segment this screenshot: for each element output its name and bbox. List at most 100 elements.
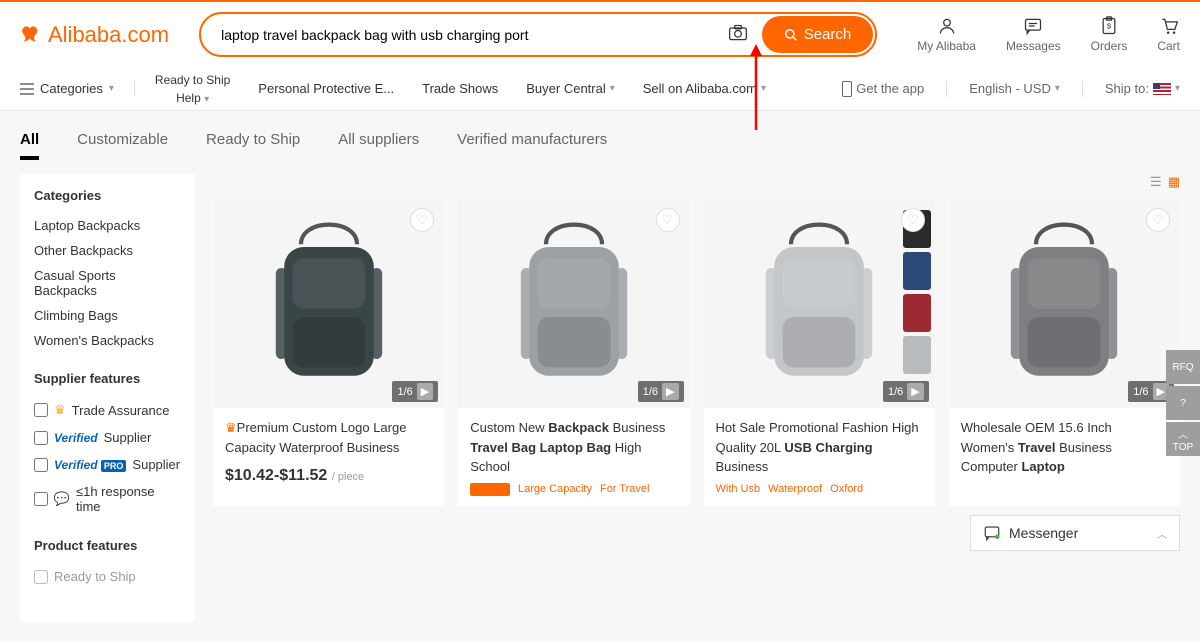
product-image[interactable]: ♡ 1/6▶ [213,198,444,408]
get-app-link[interactable]: Get the app [842,81,924,97]
orders-link[interactable]: $ Orders [1091,16,1128,53]
favorite-button[interactable]: ♡ [1146,208,1170,232]
nav-bar: Categories ▾ Ready to Ship Help ▾ Person… [0,67,1200,111]
chevron-up-icon: ︿ [1178,426,1188,441]
category-item[interactable]: Women's Backpacks [34,328,181,353]
play-icon[interactable]: ▶ [417,383,433,400]
product-grid: ♡ 1/6▶ ♛Premium Custom Logo Large Capaci… [213,198,1180,506]
messenger-bar[interactable]: Messenger ︿ [970,515,1180,551]
view-toggle: ☰ ▦ [213,174,1180,190]
product-card[interactable]: ♡ 1/6▶ Custom New Backpack Business Trav… [458,198,689,506]
chevron-down-icon: ▾ [204,94,209,105]
main-layout: Categories Laptop Backpacks Other Backpa… [0,174,1200,642]
product-body: Wholesale OEM 15.6 Inch Women's Travel B… [949,408,1180,493]
filter-verified-pro[interactable]: Verified PROSupplier [34,451,181,478]
logo[interactable]: Alibaba.com [20,22,169,48]
category-list: Laptop Backpacks Other Backpacks Casual … [34,213,181,353]
search-bar: Search [199,12,877,57]
logo-text: Alibaba.com [48,22,169,48]
nav-ready-to-ship[interactable]: Ready to Ship [155,73,230,87]
chevron-down-icon: ▾ [610,83,615,94]
color-swatch[interactable] [903,336,931,374]
tag: With Usb [716,483,761,495]
filter-response-time[interactable]: 💬≤1h response time [34,478,181,520]
user-icon [937,16,957,36]
filter-ready-to-ship[interactable]: Ready to Ship [34,563,181,590]
image-counter: 1/6▶ [638,381,684,402]
favorite-button[interactable]: ♡ [656,208,680,232]
tag: For Travel [600,483,650,496]
list-view-icon[interactable]: ☰ [1150,174,1162,190]
nav-help[interactable]: Help ▾ [176,91,209,105]
play-icon[interactable]: ▶ [907,383,923,400]
cart-link[interactable]: Cart [1157,16,1180,53]
help-button[interactable]: ? [1166,386,1200,420]
filter-trade-assurance[interactable]: ♛Trade Assurance [34,396,181,424]
search-button[interactable]: Search [762,16,874,53]
tab-all-suppliers[interactable]: All suppliers [338,131,419,160]
product-price: $10.42-$11.52 / piece [225,467,432,485]
product-card[interactable]: ♡ 1/6▶ ♛Premium Custom Logo Large Capaci… [213,198,444,506]
color-swatch[interactable] [903,294,931,332]
category-item[interactable]: Casual Sports Backpacks [34,263,181,303]
top-icons: My Alibaba Messages $ Orders Cart [877,16,1180,53]
color-swatch[interactable] [903,252,931,290]
nav-trade-shows[interactable]: Trade Shows [422,73,498,105]
nav-stack: Ready to Ship Help ▾ [155,73,230,105]
favorite-button[interactable]: ♡ [410,208,434,232]
nav-ppe[interactable]: Personal Protective E... [258,73,394,105]
sidebar-supplier-title: Supplier features [34,371,181,386]
lang-currency[interactable]: English - USD▾ [969,81,1060,96]
menu-icon [20,83,34,95]
back-to-top-button[interactable]: ︿TOP [1166,422,1200,456]
filter-verified-supplier[interactable]: VerifiedSupplier [34,424,181,451]
us-flag-icon [1153,83,1171,95]
ship-to[interactable]: Ship to: ▾ [1105,81,1180,96]
divider [946,81,947,97]
play-icon[interactable]: ▶ [662,383,678,400]
tab-customizable[interactable]: Customizable [77,131,168,160]
product-image[interactable]: ♡ 1/6▶ [458,198,689,408]
product-title[interactable]: Hot Sale Promotional Fashion High Qualit… [716,418,923,477]
chevron-down-icon: ▾ [761,83,766,94]
product-card[interactable]: ♡ 1/6▶ Hot Sale Promotional Fashion High… [704,198,935,506]
product-card[interactable]: ♡ 1/6▶ Wholesale OEM 15.6 Inch Women's T… [949,198,1180,506]
tag: Oxford [830,483,863,495]
my-alibaba-link[interactable]: My Alibaba [917,16,976,53]
category-item[interactable]: Laptop Backpacks [34,213,181,238]
categories-menu[interactable]: Categories ▾ [20,81,135,96]
product-tags: ✦NEWLarge CapacityFor Travel [470,483,677,496]
chevron-down-icon: ▾ [109,83,114,94]
nav-buyer-central[interactable]: Buyer Central▾ [526,73,615,105]
product-image[interactable]: ♡ 1/6▶ [949,198,1180,408]
chevron-down-icon: ▾ [1175,83,1180,94]
chevron-down-icon: ▾ [1055,83,1060,94]
product-image[interactable]: ♡ 1/6▶ [704,198,935,408]
tab-all[interactable]: All [20,131,39,160]
tab-ready-to-ship[interactable]: Ready to Ship [206,131,300,160]
category-item[interactable]: Climbing Bags [34,303,181,328]
camera-icon[interactable] [716,24,760,45]
search-input[interactable] [201,17,716,53]
rfq-button[interactable]: RFQ [1166,350,1200,384]
favorite-button[interactable]: ♡ [901,208,925,232]
category-item[interactable]: Other Backpacks [34,238,181,263]
grid-view-icon[interactable]: ▦ [1168,174,1180,190]
tab-verified[interactable]: Verified manufacturers [457,131,607,160]
header: Alibaba.com Search My Alibaba Messages $… [0,0,1200,67]
product-title[interactable]: Wholesale OEM 15.6 Inch Women's Travel B… [961,418,1168,477]
nav-sell[interactable]: Sell on Alibaba.com▾ [643,73,766,105]
phone-icon [842,81,852,97]
clipboard-icon: $ [1099,16,1119,36]
color-swatches [903,210,931,374]
chat-icon: 💬 [54,491,70,507]
sidebar-categories-title: Categories [34,188,181,203]
product-title[interactable]: Custom New Backpack Business Travel Bag … [470,418,677,477]
product-title[interactable]: ♛Premium Custom Logo Large Capacity Wate… [225,418,432,457]
nav-right: Get the app English - USD▾ Ship to: ▾ [842,81,1180,97]
chat-icon [1023,16,1043,36]
supplier-feature-list: ♛Trade Assurance VerifiedSupplier Verifi… [34,396,181,520]
new-badge: ✦NEW [470,483,510,496]
messages-link[interactable]: Messages [1006,16,1061,53]
filter-tabs: All Customizable Ready to Ship All suppl… [20,111,1180,174]
